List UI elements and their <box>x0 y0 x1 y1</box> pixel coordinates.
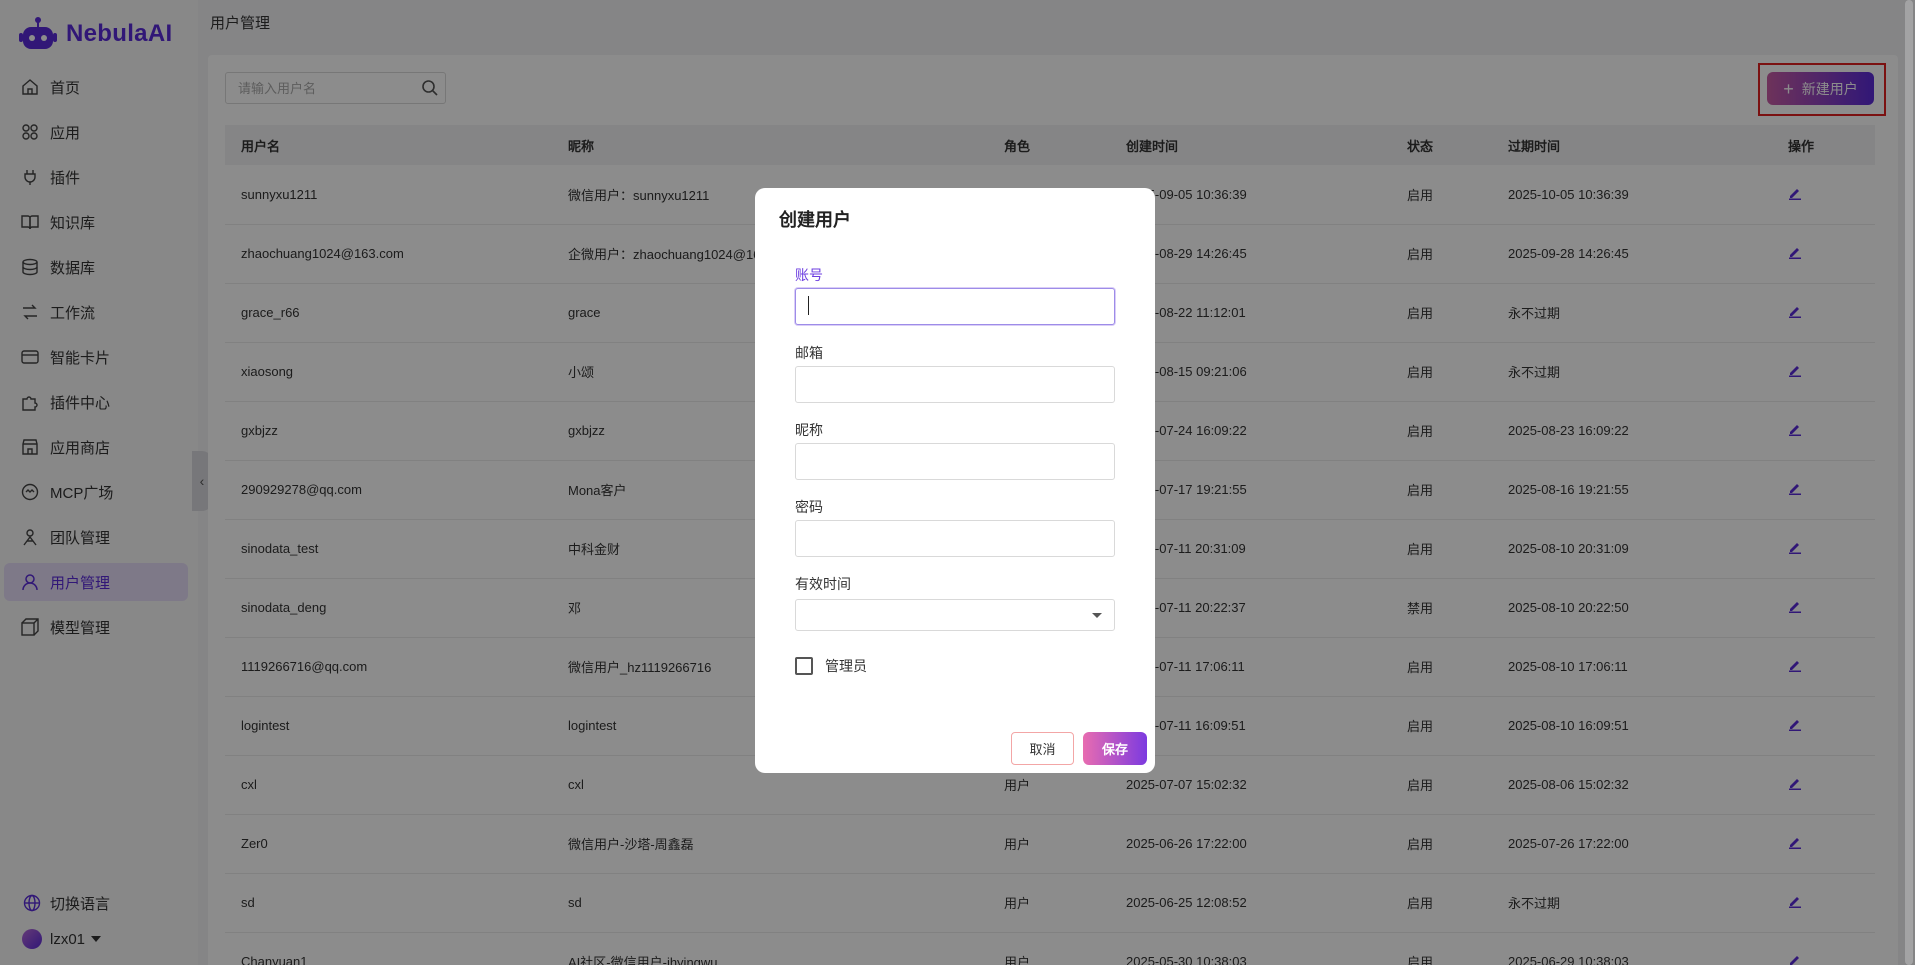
nickname-input[interactable] <box>795 443 1115 480</box>
admin-checkbox[interactable] <box>795 657 813 675</box>
email-input[interactable] <box>795 366 1115 403</box>
save-button[interactable]: 保存 <box>1083 732 1147 765</box>
admin-checkbox-row[interactable]: 管理员 <box>795 656 867 676</box>
admin-label: 管理员 <box>825 658 867 674</box>
text-cursor <box>808 296 809 315</box>
password-label: 密码 <box>795 499 823 515</box>
dialog-title: 创建用户 <box>779 210 851 230</box>
page-scrollbar[interactable] <box>1905 0 1913 965</box>
password-input[interactable] <box>795 520 1115 557</box>
account-input[interactable] <box>795 288 1115 325</box>
cancel-button[interactable]: 取消 <box>1011 732 1074 765</box>
validity-label: 有效时间 <box>795 576 851 592</box>
validity-select[interactable] <box>795 599 1115 631</box>
account-label: 账号 <box>795 267 823 283</box>
email-label: 邮箱 <box>795 345 823 361</box>
nickname-label: 昵称 <box>795 422 823 438</box>
caret-down-icon <box>1092 613 1102 618</box>
create-user-dialog: 创建用户 账号 邮箱 昵称 密码 有效时间 管理员 取消 保存 <box>755 188 1155 773</box>
